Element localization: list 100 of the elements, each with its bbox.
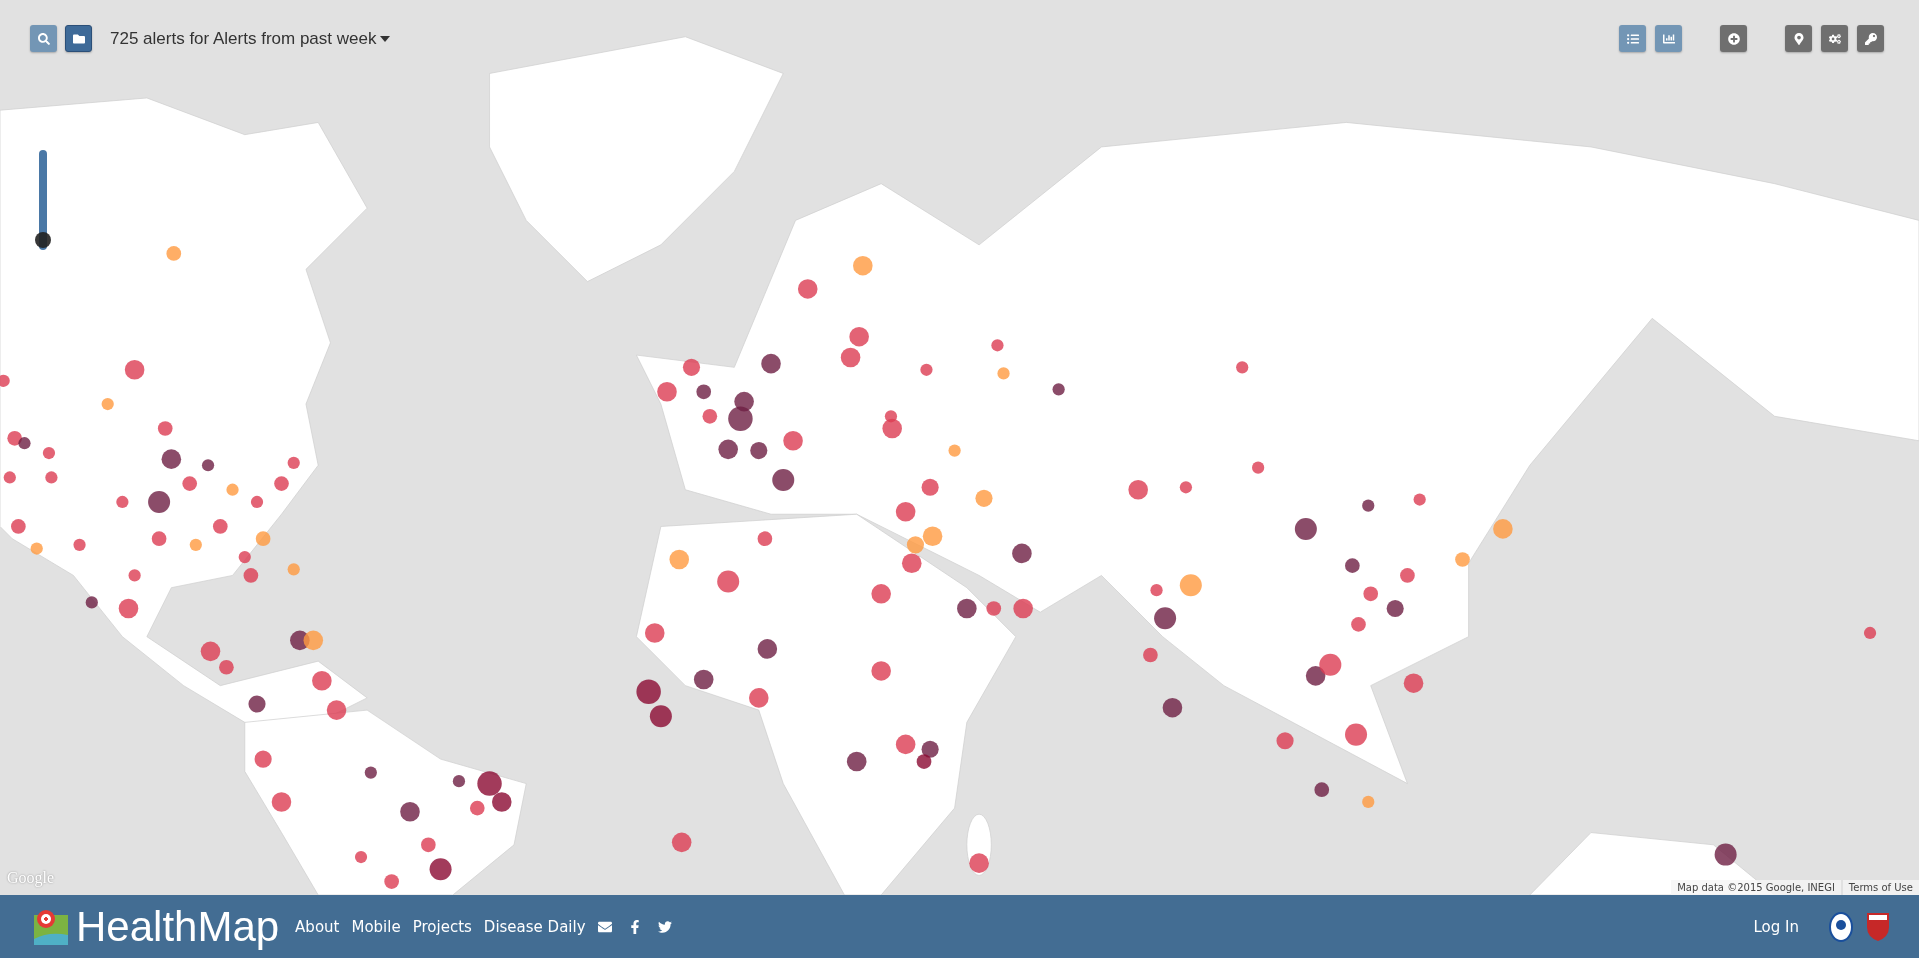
alert-marker[interactable] — [696, 384, 712, 400]
alert-marker[interactable] — [429, 858, 452, 881]
alert-marker[interactable] — [682, 358, 701, 376]
alert-marker[interactable] — [212, 519, 228, 534]
alert-marker[interactable] — [693, 669, 714, 690]
alert-marker[interactable] — [895, 502, 916, 522]
alert-marker[interactable] — [921, 740, 939, 758]
alert-marker[interactable] — [254, 750, 272, 768]
chart-view-button[interactable] — [1655, 25, 1682, 52]
alert-marker[interactable] — [1154, 607, 1177, 630]
alert-marker[interactable] — [902, 553, 922, 573]
alert-marker[interactable] — [1362, 499, 1375, 512]
alert-marker[interactable] — [1455, 552, 1470, 567]
nav-link[interactable]: Projects — [412, 917, 472, 936]
alert-marker[interactable] — [718, 439, 738, 460]
alert-marker[interactable] — [400, 801, 420, 822]
alert-marker[interactable] — [1150, 584, 1163, 597]
alert-marker[interactable] — [969, 853, 989, 873]
alert-marker[interactable] — [452, 775, 466, 788]
alert-marker[interactable] — [1413, 493, 1426, 506]
alert-marker[interactable] — [42, 446, 56, 460]
alert-marker[interactable] — [11, 519, 26, 534]
twitter-icon[interactable] — [657, 919, 672, 934]
alert-marker[interactable] — [118, 598, 139, 619]
alert-marker[interactable] — [384, 874, 399, 889]
alert-marker[interactable] — [702, 408, 718, 424]
alert-marker[interactable] — [3, 471, 16, 484]
settings-button[interactable] — [1821, 25, 1848, 52]
alert-marker[interactable] — [1345, 558, 1360, 573]
alert-marker[interactable] — [671, 832, 692, 853]
alert-marker[interactable] — [116, 495, 129, 509]
alert-marker[interactable] — [45, 471, 58, 484]
alert-marker[interactable] — [189, 538, 202, 551]
key-button[interactable] — [1857, 25, 1884, 52]
alert-marker[interactable] — [287, 456, 300, 469]
alert-marker[interactable] — [1012, 543, 1032, 564]
alert-marker[interactable] — [326, 700, 347, 720]
alert-marker[interactable] — [1714, 843, 1737, 866]
alert-marker[interactable] — [717, 570, 740, 593]
alert-marker[interactable] — [30, 542, 43, 555]
alert-marker[interactable] — [783, 430, 803, 451]
alert-marker[interactable] — [1276, 732, 1294, 750]
alert-marker[interactable] — [669, 549, 690, 570]
alert-marker[interactable] — [657, 382, 677, 402]
alert-marker[interactable] — [255, 531, 271, 547]
alert-marker[interactable] — [649, 705, 672, 728]
alert-marker[interactable] — [846, 751, 867, 772]
alert-marker[interactable] — [1386, 599, 1404, 618]
alert-marker[interactable] — [1128, 479, 1148, 500]
alert-marker[interactable] — [73, 538, 86, 551]
alert-marker[interactable] — [477, 771, 502, 796]
alert-filter-dropdown[interactable]: 725 alerts for Alerts from past week — [110, 28, 391, 49]
alert-marker[interactable] — [287, 563, 300, 576]
alert-marker[interactable] — [1162, 697, 1183, 718]
location-button[interactable] — [1785, 25, 1812, 52]
alert-marker[interactable] — [101, 397, 114, 411]
alert-marker[interactable] — [884, 410, 898, 423]
login-link[interactable]: Log In — [1753, 917, 1799, 936]
nav-link[interactable]: About — [295, 917, 340, 936]
alert-marker[interactable] — [1362, 795, 1375, 809]
alert-marker[interactable] — [124, 359, 145, 380]
alert-marker[interactable] — [1305, 666, 1326, 686]
alert-marker[interactable] — [749, 688, 769, 708]
alert-marker[interactable] — [7, 430, 23, 446]
alert-marker[interactable] — [1236, 361, 1249, 374]
alert-marker[interactable] — [364, 766, 377, 779]
terms-link[interactable]: Terms of Use — [1842, 880, 1919, 895]
alert-marker[interactable] — [986, 601, 1002, 616]
alert-marker[interactable] — [920, 363, 933, 376]
alert-marker[interactable] — [1863, 626, 1877, 640]
alert-marker[interactable] — [1351, 617, 1366, 632]
alert-marker[interactable] — [1294, 517, 1317, 540]
add-button[interactable] — [1720, 25, 1747, 52]
alert-marker[interactable] — [1345, 723, 1368, 746]
alert-marker[interactable] — [1252, 461, 1265, 474]
alert-marker[interactable] — [354, 850, 368, 864]
alert-marker[interactable] — [997, 367, 1010, 380]
alert-marker[interactable] — [1400, 568, 1415, 583]
alert-marker[interactable] — [895, 734, 916, 755]
nav-link[interactable]: Disease Daily — [483, 917, 586, 936]
alert-marker[interactable] — [85, 596, 98, 609]
alert-marker[interactable] — [1319, 653, 1342, 676]
alert-marker[interactable] — [772, 468, 795, 491]
alert-marker[interactable] — [957, 598, 977, 619]
alert-marker[interactable] — [469, 800, 485, 816]
alert-marker[interactable] — [922, 526, 943, 547]
folder-button[interactable] — [65, 25, 92, 52]
alert-marker[interactable] — [492, 792, 512, 812]
alert-marker[interactable] — [728, 406, 753, 431]
list-view-button[interactable] — [1619, 25, 1646, 52]
alert-marker[interactable] — [128, 569, 141, 582]
alert-marker[interactable] — [1179, 481, 1193, 494]
alert-marker[interactable] — [871, 584, 891, 604]
alert-marker[interactable] — [421, 837, 436, 853]
alert-marker[interactable] — [991, 339, 1004, 352]
alert-marker[interactable] — [750, 442, 768, 460]
alert-marker[interactable] — [248, 695, 266, 713]
alert-marker[interactable] — [226, 483, 239, 496]
alert-marker[interactable] — [1403, 673, 1424, 693]
alert-marker[interactable] — [250, 495, 264, 509]
